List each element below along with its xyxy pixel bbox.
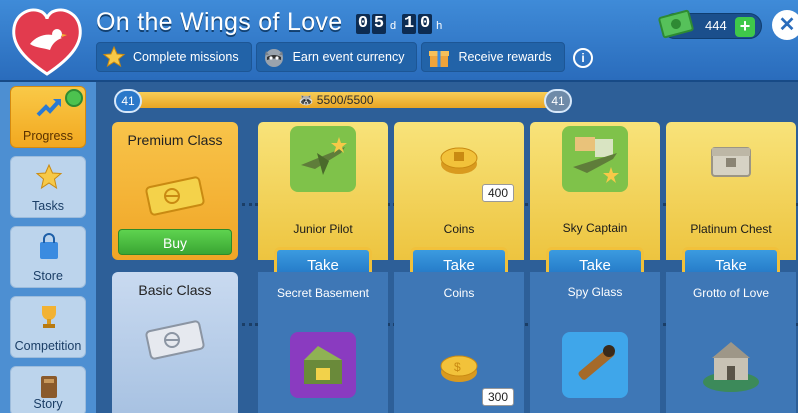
- timer-unit-hours: h: [436, 20, 443, 32]
- junior-pilot-icon: [290, 126, 356, 192]
- buy-premium-button[interactable]: Buy: [118, 229, 232, 255]
- progress-bar: 🦝 5500/5500: [116, 92, 556, 108]
- basic-class-card: Basic Class: [112, 272, 238, 413]
- sidebar-item-label: Tasks: [32, 199, 64, 213]
- close-button[interactable]: ✕: [772, 10, 798, 40]
- event-title: On the Wings of Love: [96, 8, 343, 36]
- dove-heart-logo-icon: [12, 8, 82, 76]
- raccoon-icon: [261, 44, 287, 70]
- timer-digit: 0: [356, 14, 370, 34]
- premium-class-card: Premium Class Buy: [112, 122, 238, 260]
- premium-reward-name: Sky Captain: [562, 221, 628, 235]
- level-badge-next: 41: [544, 89, 572, 113]
- silver-ticket-icon: [145, 320, 205, 360]
- premium-reward-name: Junior Pilot: [293, 222, 353, 236]
- premium-reward-cell: Sky Captain Take: [530, 122, 660, 285]
- sidebar-item-store[interactable]: Store: [10, 226, 86, 288]
- event-timer: 0 5 d 1 0 h: [356, 14, 446, 34]
- chip-label: Complete missions: [133, 50, 239, 64]
- basic-reward-name: Spy Glass: [567, 285, 623, 299]
- shopping-bag-icon: [40, 233, 58, 259]
- platinum-chest-icon: [698, 126, 764, 192]
- star-icon: [35, 163, 63, 190]
- grotto-of-love-icon: [696, 332, 766, 398]
- sidebar-item-label: Competition: [14, 339, 82, 353]
- level-badge-current: 41: [114, 89, 142, 113]
- sky-captain-icon: [562, 126, 628, 192]
- basic-reward-cell: Spy Glass: [530, 272, 660, 413]
- reward-column: Platinum Chest Take Grotto of Love: [666, 122, 796, 413]
- basic-reward-cell: Secret Basement: [258, 272, 388, 413]
- premium-reward-cell: Junior Pilot Take: [258, 122, 388, 285]
- chip-earn-currency[interactable]: Earn event currency: [255, 42, 418, 72]
- chart-up-icon: [36, 99, 61, 117]
- timer-digit: 5: [372, 14, 386, 34]
- sidebar-item-progress[interactable]: Progress: [10, 86, 86, 148]
- progress-text: 🦝 5500/5500: [116, 92, 556, 108]
- sidebar-item-tasks[interactable]: Tasks: [10, 156, 86, 218]
- star-icon: [101, 44, 127, 70]
- event-steps: Complete missions Earn event currency Re…: [96, 42, 565, 72]
- sidebar: Progress Tasks Store Competition Story: [0, 82, 96, 413]
- spy-glass-icon: [562, 332, 628, 398]
- chip-receive-rewards[interactable]: Receive rewards: [421, 42, 565, 72]
- add-currency-button[interactable]: +: [735, 17, 755, 37]
- chip-complete-missions[interactable]: Complete missions: [96, 42, 252, 72]
- basic-reward-name: Secret Basement: [276, 286, 370, 300]
- chip-label: Receive rewards: [458, 50, 552, 64]
- rewards-panel: 🦝 5500/5500 41 41 Premium Class Buy Basi…: [96, 82, 798, 413]
- reward-column: Sky Captain Take Spy Glass: [530, 122, 660, 413]
- sidebar-item-story[interactable]: Story: [10, 366, 86, 413]
- info-button[interactable]: i: [573, 48, 593, 68]
- premium-reward-cell: 400 Coins Take: [394, 122, 524, 285]
- timer-digit: 0: [418, 14, 433, 34]
- premium-reward-cell: Platinum Chest Take: [666, 122, 796, 285]
- basic-reward-cell: Coins $ 300: [394, 272, 524, 413]
- cash-icon: [658, 9, 694, 39]
- gift-badge-icon: [65, 89, 83, 107]
- basic-reward-cell: Grotto of Love: [666, 272, 796, 413]
- reward-count: 400: [481, 184, 514, 202]
- premium-reward-name: Platinum Chest: [690, 222, 772, 236]
- premium-class-title: Premium Class: [127, 132, 223, 148]
- sidebar-item-competition[interactable]: Competition: [10, 296, 86, 358]
- currency-amount: 444: [705, 18, 727, 33]
- currency-small-icon: 🦝: [298, 93, 317, 107]
- trophy-icon: [42, 306, 56, 328]
- event-header: On the Wings of Love 0 5 d 1 0 h Complet…: [0, 0, 798, 82]
- reward-count: 300: [481, 388, 514, 406]
- premium-reward-name: Coins: [443, 222, 475, 236]
- coins-icon: [426, 126, 492, 192]
- timer-unit-days: d: [390, 20, 397, 32]
- progress-value: 5500/5500: [316, 93, 374, 107]
- currency-display: 444 +: [658, 9, 762, 39]
- basic-reward-name: Coins: [443, 286, 475, 300]
- golden-ticket-icon: [145, 176, 205, 216]
- secret-basement-icon: [290, 332, 356, 398]
- reward-column: Junior Pilot Take Secret Basement: [258, 122, 388, 413]
- reward-column: 400 Coins Take Coins $ 300: [394, 122, 524, 413]
- basic-reward-name: Grotto of Love: [692, 286, 770, 300]
- book-icon: [41, 376, 57, 398]
- chip-label: Earn event currency: [292, 50, 405, 64]
- basic-class-title: Basic Class: [138, 282, 212, 298]
- timer-digit: 1: [402, 14, 417, 34]
- svg-text:$: $: [454, 360, 461, 374]
- gift-icon: [426, 44, 452, 70]
- sidebar-item-label: Store: [33, 269, 63, 283]
- sidebar-item-label: Progress: [22, 129, 74, 143]
